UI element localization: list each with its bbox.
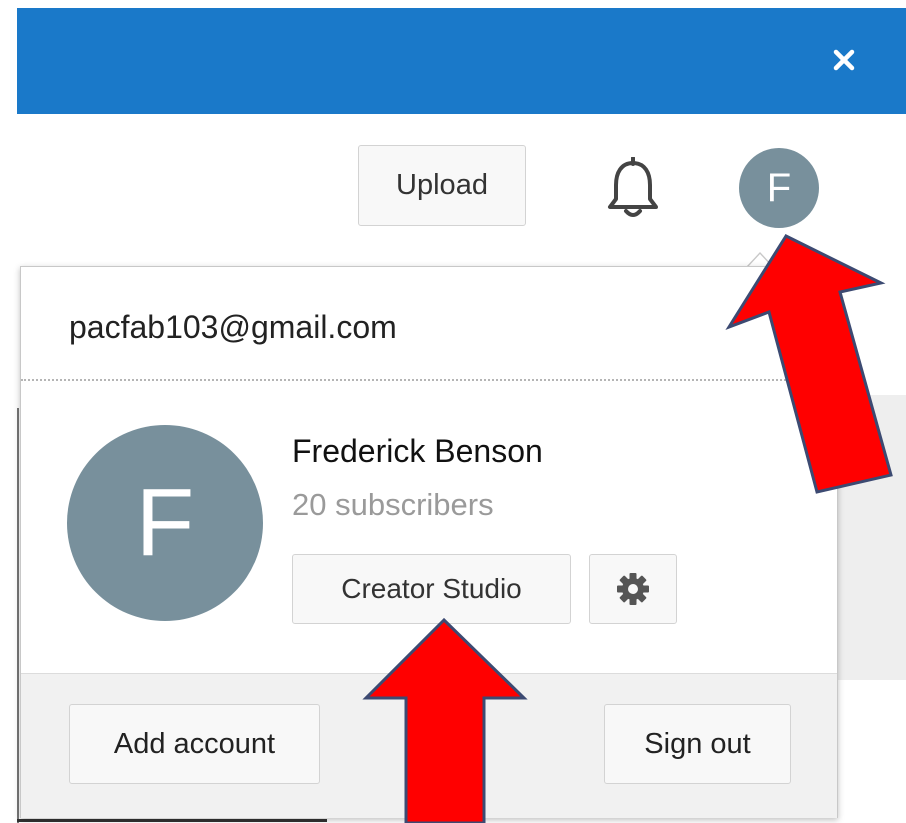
channel-avatar[interactable]: F (67, 425, 263, 621)
page-divider (17, 408, 19, 823)
add-account-button[interactable]: Add account (69, 704, 320, 784)
channel-name[interactable]: Frederick Benson (292, 433, 543, 470)
account-avatar-button[interactable]: F (739, 148, 819, 228)
close-icon[interactable] (830, 46, 858, 74)
page-divider-bottom (17, 819, 327, 822)
upload-button[interactable]: Upload (358, 145, 526, 226)
settings-button[interactable] (589, 554, 677, 624)
account-dropdown: pacfab103@gmail.com F Frederick Benson 2… (20, 266, 838, 818)
dotted-divider (21, 379, 837, 381)
sign-out-button[interactable]: Sign out (604, 704, 791, 784)
subscriber-count: 20 subscribers (292, 487, 494, 522)
top-banner (17, 8, 906, 114)
account-email: pacfab103@gmail.com (69, 309, 397, 345)
creator-studio-button[interactable]: Creator Studio (292, 554, 571, 624)
dropdown-footer: Add account Sign out (21, 673, 837, 818)
bell-icon[interactable] (603, 157, 663, 221)
gear-icon (617, 573, 649, 605)
